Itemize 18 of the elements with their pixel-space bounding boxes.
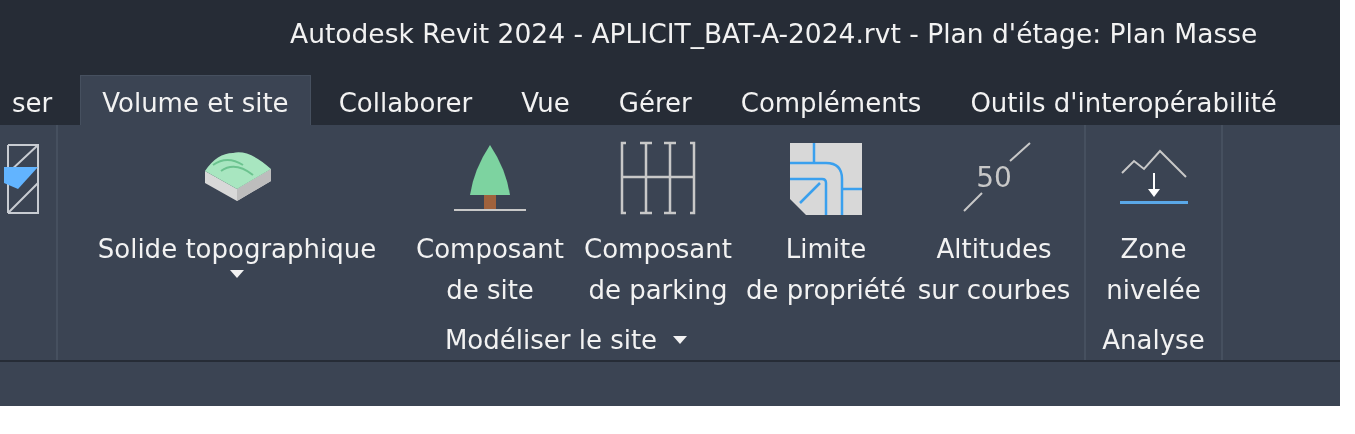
ribbon-button[interactable]: Composant de parking xyxy=(578,139,738,320)
box-icon[interactable] xyxy=(4,143,40,217)
panel-dropdown[interactable]: Modéliser le site xyxy=(444,320,688,360)
ribbon-tab[interactable]: Volume et site xyxy=(80,75,311,125)
panel-label: Analyse xyxy=(1102,324,1205,357)
ribbon-button[interactable]: Limite de propriété xyxy=(746,139,906,320)
ribbon-tab[interactable]: Compléments xyxy=(719,75,943,125)
ribbon-button[interactable]: 50 Altitudes sur courbes xyxy=(914,139,1074,320)
ribbon-tab[interactable]: Collaborer xyxy=(317,75,494,125)
ribbon-button[interactable]: Zone nivelée xyxy=(1086,139,1221,320)
ribbon-tab[interactable]: Outils d'interopérabilité xyxy=(949,75,1298,125)
ribbon-tab[interactable]: Vue xyxy=(500,75,591,125)
caret-icon xyxy=(673,335,688,345)
ribbon-tab[interactable]: Gérer xyxy=(597,75,713,125)
ribbon-button[interactable]: Solide topographique xyxy=(77,139,397,320)
ribbon-button[interactable]: Composant de site xyxy=(410,139,570,320)
window-title: Autodesk Revit 2024 - APLICIT_BAT-A-2024.rvt - Plan d'étage: Plan Masse xyxy=(290,18,1258,49)
ribbon-tab[interactable]: ser xyxy=(12,75,74,125)
